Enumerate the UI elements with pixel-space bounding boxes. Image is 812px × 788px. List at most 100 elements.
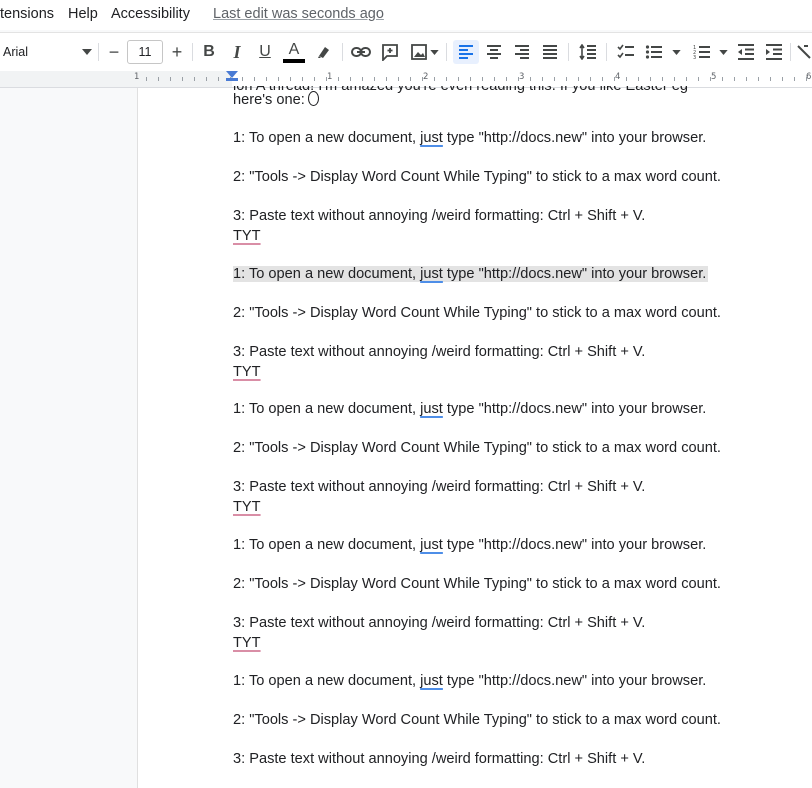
divider bbox=[192, 43, 193, 61]
text-segment: 1: To open a new document, bbox=[233, 401, 421, 417]
doc-line-tip: 3: Paste text without annoying /weird fo… bbox=[233, 615, 646, 631]
comment-icon bbox=[382, 44, 398, 61]
divider bbox=[98, 43, 99, 61]
doc-line-tip: 2: "Tools -> Display Word Count While Ty… bbox=[233, 440, 721, 456]
ruler-tick bbox=[686, 77, 687, 81]
misspelled-word[interactable]: TYT bbox=[233, 635, 261, 651]
insert-comment-button[interactable] bbox=[378, 40, 402, 64]
misspelled-word[interactable]: TYT bbox=[233, 499, 261, 515]
ruler-tick bbox=[350, 77, 351, 81]
line-spacing-button[interactable] bbox=[576, 40, 600, 64]
insert-image-button[interactable] bbox=[407, 40, 441, 64]
selected-text: 1: To open a new document, just type "ht… bbox=[233, 266, 709, 282]
ruler-tick bbox=[638, 77, 639, 81]
font-size-input[interactable]: 11 bbox=[127, 40, 163, 64]
text-color-icon: A bbox=[288, 40, 300, 58]
misspelled-word[interactable]: TYT bbox=[233, 364, 261, 380]
horizontal-ruler[interactable]: 1 1 2 3 4 5 6 bbox=[0, 71, 812, 88]
chevron-down-icon bbox=[429, 49, 439, 55]
italic-icon: I bbox=[233, 41, 241, 62]
last-edit-link[interactable]: Last edit was seconds ago bbox=[213, 6, 384, 22]
doc-line-tip: 3: Paste text without annoying /weird fo… bbox=[233, 479, 646, 495]
ruler-tick bbox=[446, 77, 447, 81]
ruler-tick bbox=[662, 77, 663, 81]
italic-button[interactable]: I bbox=[226, 40, 248, 64]
underline-button[interactable]: U bbox=[254, 40, 276, 64]
menu-accessibility[interactable]: Accessibility bbox=[111, 6, 190, 22]
bulleted-list-button[interactable] bbox=[643, 40, 683, 64]
text-segment: type "http://docs.new" into your browser… bbox=[442, 266, 707, 282]
ruler-tick bbox=[578, 77, 579, 81]
text-color-swatch bbox=[283, 58, 305, 63]
decrease-font-size-button[interactable]: − bbox=[104, 40, 124, 64]
grammar-suggestion-word[interactable]: just bbox=[420, 266, 443, 282]
svg-text:3: 3 bbox=[693, 55, 696, 60]
ruler-tick bbox=[674, 77, 675, 81]
justify-button[interactable] bbox=[538, 40, 562, 64]
chevron-down-icon bbox=[718, 49, 728, 55]
text-segment: type "http://docs.new" into your browser… bbox=[442, 401, 707, 417]
egg-emoji-icon bbox=[307, 91, 319, 106]
indent-marker-icon[interactable] bbox=[226, 71, 238, 81]
ruler-tick bbox=[614, 77, 615, 81]
grammar-suggestion-word[interactable]: just bbox=[420, 537, 443, 553]
font-select[interactable]: Arial bbox=[0, 40, 96, 64]
text-color-button[interactable]: A bbox=[282, 40, 306, 64]
increase-font-size-button[interactable]: + bbox=[167, 40, 187, 64]
highlight-color-button[interactable] bbox=[312, 40, 336, 64]
ruler-label: 1 bbox=[134, 72, 140, 82]
menu-extensions[interactable]: tensions bbox=[0, 6, 54, 22]
doc-line-tip: 3: Paste text without annoying /weird fo… bbox=[233, 751, 646, 767]
misspelled-word[interactable]: TYT bbox=[233, 228, 261, 244]
decrease-indent-button[interactable] bbox=[734, 40, 758, 64]
text-segment: 1: To open a new document, bbox=[233, 673, 421, 689]
ruler-tick bbox=[326, 77, 327, 81]
doc-line-tip: 2: "Tools -> Display Word Count While Ty… bbox=[233, 576, 721, 592]
numbered-list-button[interactable]: 123 bbox=[690, 40, 730, 64]
align-center-button[interactable] bbox=[482, 40, 506, 64]
doc-line-tyt: TYT bbox=[233, 497, 261, 517]
ruler-tick bbox=[314, 77, 315, 81]
doc-line-tyt: TYT bbox=[233, 362, 261, 382]
ruler-tick bbox=[362, 77, 363, 81]
ruler-tick bbox=[146, 77, 147, 81]
ruler-tick bbox=[806, 77, 807, 81]
doc-line-tip: 2: "Tools -> Display Word Count While Ty… bbox=[233, 305, 721, 321]
line-spacing-icon bbox=[579, 44, 596, 60]
insert-link-button[interactable] bbox=[349, 40, 373, 64]
ruler-tick bbox=[278, 77, 279, 81]
grammar-suggestion-word[interactable]: just bbox=[420, 130, 443, 146]
grammar-suggestion-word[interactable]: just bbox=[420, 401, 443, 417]
text-segment: type "http://docs.new" into your browser… bbox=[442, 130, 707, 146]
clear-formatting-button[interactable] bbox=[796, 40, 812, 64]
doc-line-tip: 1: To open a new document, just type "ht… bbox=[233, 535, 706, 555]
doc-line-tyt: TYT bbox=[233, 633, 261, 653]
ruler-tick bbox=[746, 77, 747, 81]
ruler-tick bbox=[722, 77, 723, 81]
ruler-tick bbox=[698, 77, 699, 81]
grammar-suggestion-word[interactable]: just bbox=[420, 673, 443, 689]
ruler-tick bbox=[290, 77, 291, 81]
ruler-tick bbox=[218, 77, 219, 81]
text-segment: 1: To open a new document, bbox=[233, 266, 421, 282]
text-segment: 1: To open a new document, bbox=[233, 537, 421, 553]
checklist-button[interactable] bbox=[614, 40, 638, 64]
align-right-button[interactable] bbox=[510, 40, 534, 64]
align-left-button[interactable] bbox=[453, 40, 479, 64]
ruler-label: 2 bbox=[423, 72, 429, 82]
menu-help[interactable]: Help bbox=[68, 6, 98, 22]
increase-indent-icon bbox=[766, 44, 782, 60]
doc-line-tyt: TYT bbox=[233, 226, 261, 246]
increase-indent-button[interactable] bbox=[762, 40, 786, 64]
bold-button[interactable]: B bbox=[198, 40, 220, 64]
doc-line-selected: 1: To open a new document, just type "ht… bbox=[233, 264, 709, 284]
align-center-icon bbox=[487, 45, 501, 59]
divider bbox=[606, 43, 607, 61]
align-left-icon bbox=[459, 45, 473, 59]
ruler-tick bbox=[470, 77, 471, 81]
ruler-tick bbox=[254, 77, 255, 81]
text-segment: type "http://docs.new" into your browser… bbox=[442, 673, 707, 689]
line-text: 1: To open a new document, just type "ht… bbox=[233, 130, 706, 146]
plus-icon: + bbox=[171, 41, 183, 62]
ruler-label: 4 bbox=[615, 72, 621, 82]
